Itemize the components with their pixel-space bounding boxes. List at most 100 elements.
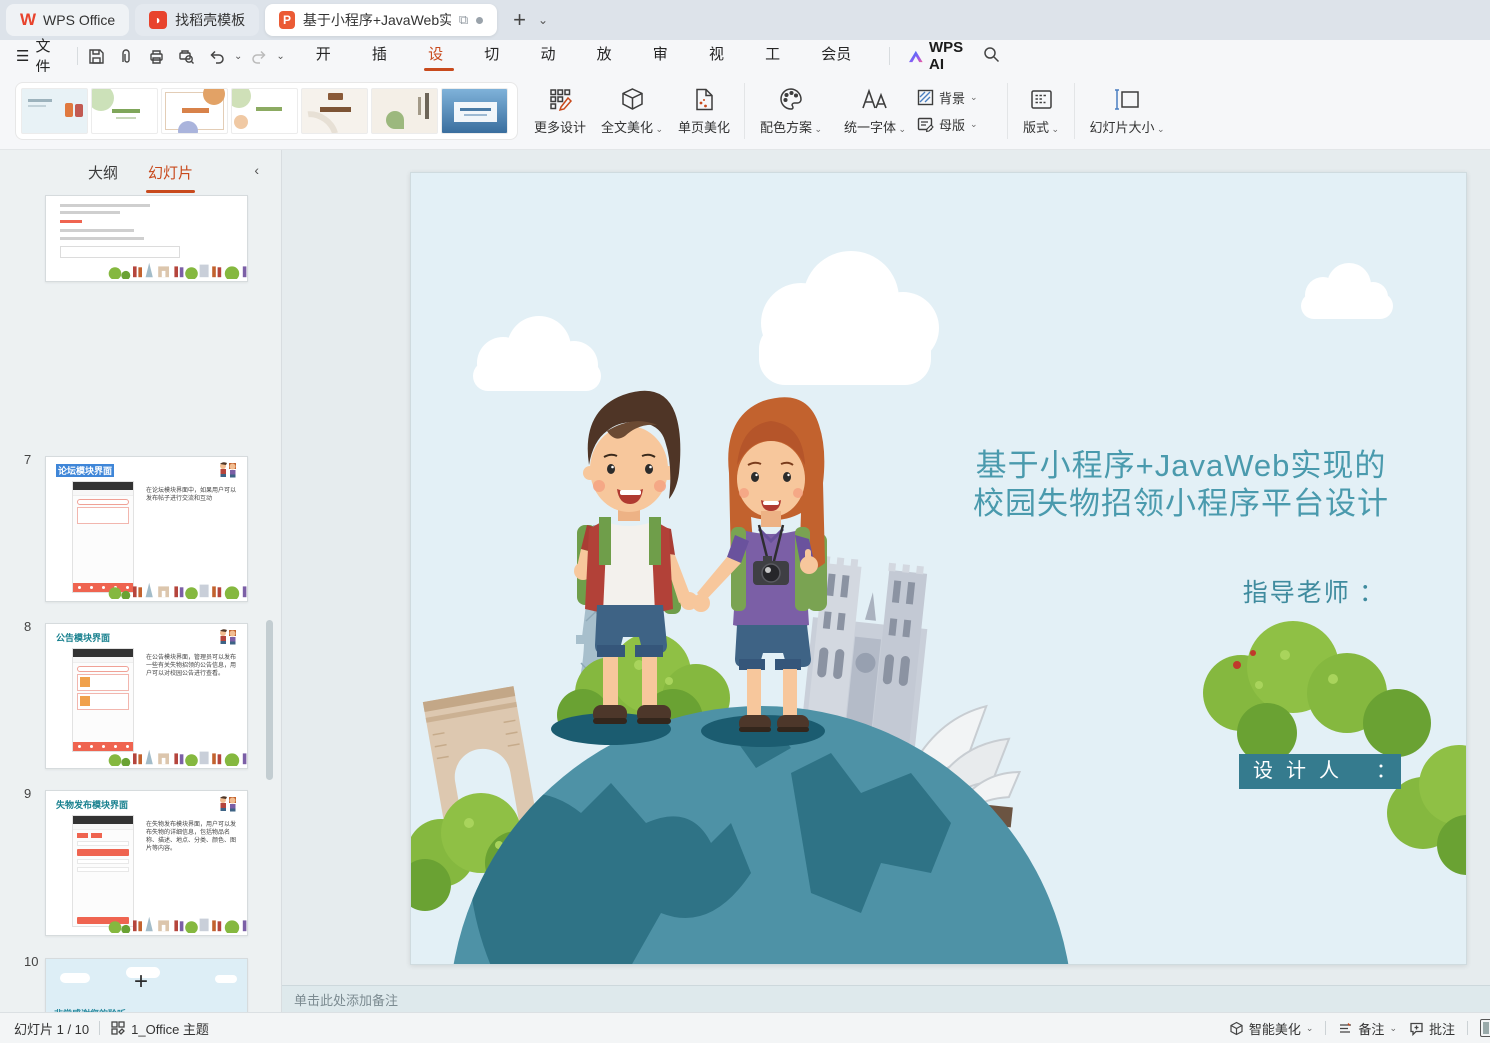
print-button[interactable] — [144, 44, 170, 68]
template-thumbnail-3[interactable] — [161, 88, 228, 134]
print-preview-button[interactable] — [174, 44, 200, 68]
background-icon — [917, 89, 934, 106]
menu-tab-insert[interactable]: 插入 — [355, 40, 411, 93]
mini-phone-mockup — [72, 481, 134, 593]
menu-tab-transition[interactable]: 切换 — [467, 40, 523, 93]
undo-button[interactable] — [204, 44, 230, 68]
master-icon — [917, 117, 934, 133]
new-tab-button[interactable]: + — [513, 9, 526, 31]
layout-icon — [1029, 86, 1054, 112]
mini-input-box — [60, 246, 180, 258]
notes-icon — [1340, 1022, 1352, 1033]
master-button[interactable]: 母版 ⌄ — [917, 115, 1003, 134]
beautify-page-label: 单页美化 — [677, 120, 730, 135]
slide-size-button[interactable]: 幻灯片大小 ⌄ — [1079, 80, 1175, 142]
tab-docer-templates[interactable]: ◗ 找稻壳模板 — [135, 4, 260, 36]
menu-tab-review[interactable]: 审阅 — [636, 40, 692, 93]
collapse-panel-icon[interactable]: ‹ — [254, 162, 259, 178]
template-thumbnail-4[interactable] — [231, 88, 298, 134]
layout-label: 版式 ⌄ — [1022, 120, 1060, 135]
menu-tab-tools[interactable]: 工具 — [748, 40, 804, 93]
notes-toggle-button[interactable]: 备注 ⌄ — [1338, 1019, 1397, 1038]
normal-view-icon[interactable] — [1480, 1019, 1490, 1037]
tab-list-caret-icon[interactable]: ⌄ — [538, 13, 548, 27]
tab-wps-office[interactable]: W WPS Office — [6, 4, 130, 36]
layout-button[interactable]: 版式 ⌄ — [1012, 80, 1070, 142]
template-thumbnail-7[interactable] — [441, 88, 508, 134]
tab-outline[interactable]: 大纲 — [86, 158, 120, 187]
mini-decoration-strip — [46, 581, 248, 599]
docer-icon: ◗ — [149, 11, 168, 29]
smart-beautify-button[interactable]: 智能美化 ⌄ — [1229, 1019, 1313, 1038]
notes-bar[interactable]: 单击此处添加备注 — [282, 985, 1490, 1012]
tab-label: 找稻壳模板 — [175, 12, 246, 28]
comments-button[interactable]: 批注 — [1409, 1019, 1455, 1038]
template-thumbnail-1[interactable] — [21, 88, 88, 134]
menu-tab-home[interactable]: 开始 — [299, 40, 355, 93]
slide-counter: 幻灯片 1 / 10 — [14, 1021, 90, 1037]
add-slide-button[interactable]: + — [0, 968, 282, 996]
advisor-text[interactable]: 指导老师 ： — [1243, 573, 1386, 609]
beautify-page-icon — [692, 86, 717, 112]
redo-button[interactable] — [246, 44, 272, 68]
menu-tab-animation[interactable]: 动画 — [523, 40, 579, 93]
slide-number: 10 — [24, 954, 39, 969]
sidebar-scrollbar[interactable] — [266, 620, 273, 780]
slide-canvas: 基于小程序+JavaWeb实现的 校园失物招领小程序平台设计 指导老师 ： 设 … — [282, 150, 1490, 985]
menu-tab-slideshow[interactable]: 放映 — [580, 40, 636, 93]
mini-slide-title: 失物发布模块界面 — [56, 800, 129, 810]
search-icon[interactable] — [983, 46, 1000, 67]
theme-label: 1_Office 主题 — [131, 1021, 209, 1037]
background-button[interactable]: 背景 ⌄ — [917, 88, 1003, 107]
menu-bar: ☰ 文件 ⌄ ⌄ 开 插 设 切 动 放 审 视 工 会员 WPS AI — [0, 38, 1490, 93]
menu-tab-design[interactable]: 设计 — [411, 40, 467, 93]
current-slide[interactable]: 基于小程序+JavaWeb实现的 校园失物招领小程序平台设计 指导老师 ： 设 … — [410, 172, 1467, 965]
mini-phone-mockup — [72, 648, 134, 752]
beautify-all-button[interactable]: 全文美化 ⌄ — [596, 80, 668, 142]
smart-beautify-label: 智能美化 — [1248, 1021, 1301, 1037]
template-thumbnail-6[interactable] — [371, 88, 438, 134]
undo-caret-icon[interactable]: ⌄ — [234, 51, 242, 62]
menu-tab-view[interactable]: 视图 — [692, 40, 748, 93]
slide-number: 7 — [24, 452, 32, 467]
slide-thumbnail[interactable]: 公告模块界面 在公告模块界面，管理员可以发布一些有关失物招领的公告信息，用户可以… — [45, 623, 248, 769]
slide-title-line2: 校园失物招领小程序平台设计 — [973, 486, 1389, 521]
slide-thumbnail[interactable]: 失物发布模块界面 在失物发布模块界面，用户可以发布失物的详细信息，包括物品名称、… — [45, 790, 248, 936]
slide-thumbnail[interactable]: 论坛模块界面 在论坛模块界面中，如果用户可以发布帖子进行交流和互动 — [45, 456, 248, 602]
ppt-file-icon: P — [279, 11, 295, 29]
mini-slide-title: 论坛模块界面 — [56, 464, 115, 477]
mini-body-text: 在论坛模块界面中，如果用户可以发布帖子进行交流和互动 — [146, 488, 237, 502]
template-thumbnail-5[interactable] — [301, 88, 368, 134]
tab-slides[interactable]: 幻灯片 — [146, 158, 196, 193]
mini-phone-mockup — [72, 815, 134, 927]
file-menu-button[interactable]: ☰ 文件 — [0, 35, 71, 77]
notes-placeholder: 单击此处添加备注 — [294, 992, 399, 1008]
panel-tabs: 大纲 幻灯片 ‹ — [0, 150, 281, 195]
unify-font-label: 统一字体 ⌄ — [843, 120, 907, 135]
share-screen-icon[interactable]: ⧉ — [459, 12, 468, 28]
save-button[interactable] — [84, 44, 110, 68]
color-scheme-label: 配色方案 ⌄ — [759, 120, 823, 135]
divider — [888, 47, 890, 65]
more-design-button[interactable]: 更多设计 — [524, 80, 596, 142]
template-thumbnail-2[interactable] — [91, 88, 158, 134]
mini-couple-icon — [217, 462, 239, 479]
qat-customize-caret-icon[interactable]: ⌄ — [276, 51, 284, 62]
theme-button[interactable]: 1_Office 主题 — [110, 1019, 209, 1038]
export-pdf-button[interactable] — [114, 44, 140, 68]
tab-current-document[interactable]: P 基于小程序+JavaWeb实现的校 ⧉ — [265, 4, 498, 36]
unify-font-button[interactable]: 统一字体 ⌄ — [833, 80, 917, 142]
ribbon-tools: 更多设计 全文美化 ⌄ 单页美化 配色方案 ⌄ 统一字体 ⌄ 背景 ⌄ 母版 ⌄… — [524, 80, 1175, 142]
menu-tab-membership[interactable]: 会员专享 — [804, 40, 882, 93]
color-scheme-button[interactable]: 配色方案 ⌄ — [749, 80, 833, 142]
master-label: 母版 — [939, 118, 966, 133]
template-gallery — [15, 82, 518, 140]
wps-ai-button[interactable]: WPS AI — [909, 39, 969, 73]
designer-box[interactable]: 设 计 人 ： — [1239, 754, 1401, 789]
window-tab-bar: W WPS Office ◗ 找稻壳模板 P 基于小程序+JavaWeb实现的校… — [0, 0, 1490, 40]
bush-right — [1203, 621, 1431, 763]
slide-title-text[interactable]: 基于小程序+JavaWeb实现的 校园失物招领小程序平台设计 — [871, 447, 1466, 523]
mini-decoration-strip — [46, 915, 248, 933]
slide-thumbnail[interactable] — [45, 195, 248, 282]
beautify-page-button[interactable]: 单页美化 — [668, 80, 740, 142]
